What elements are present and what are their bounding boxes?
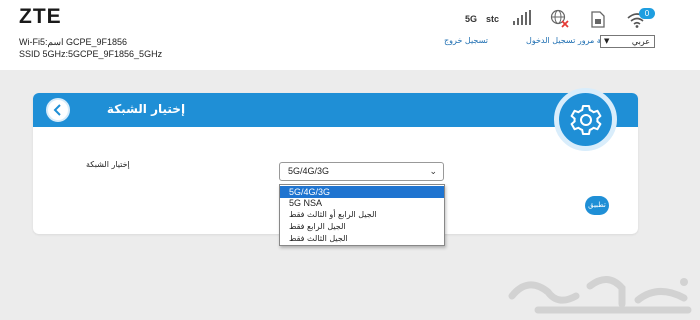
network-select-label: إختيار الشبكة — [86, 160, 130, 169]
network-mode-dropdown: 5G/4G/3G 5G NSA الجيل الرابع أو الثالث ف… — [279, 184, 445, 246]
chevron-down-icon: ▼ — [604, 37, 610, 45]
zte-logo: ZTE — [19, 5, 62, 28]
network-type-indicator: 5G — [465, 14, 478, 24]
language-select[interactable]: ▼ عربي — [600, 35, 655, 48]
ssid-5ghz: SSID 5GHz:5GCPE_9F1856_5GHz — [19, 49, 163, 59]
watermark-logo — [508, 276, 692, 314]
settings-gear-badge — [554, 88, 617, 151]
sim-card-icon — [591, 11, 605, 29]
option-5g-nsa[interactable]: 5G NSA — [280, 198, 444, 209]
operator-name: stc — [486, 14, 500, 24]
top-header: ZTE Wi-Fi5:اسم GCPE_9F1856 SSID 5GHz:5GC… — [0, 0, 700, 70]
wifi-clients-badge: 0 — [639, 8, 655, 19]
card-header: إختيار الشبكة — [33, 93, 638, 127]
language-value: عربي — [631, 37, 650, 46]
network-mode-select[interactable]: 5G/4G/3G ⌄ — [279, 162, 444, 181]
signal-icon — [512, 10, 532, 28]
option-5g-4g-3g[interactable]: 5G/4G/3G — [280, 186, 444, 198]
chevron-left-icon — [53, 104, 61, 116]
logout-link[interactable]: تسجيل خروج — [444, 36, 488, 45]
page-title: إختيار الشبكة — [106, 102, 186, 116]
globe-no-connection-icon — [550, 9, 570, 28]
gear-icon — [570, 105, 602, 135]
ssid-2-4ghz: Wi-Fi5:اسم GCPE_9F1856 — [19, 37, 128, 47]
select-value: 5G/4G/3G — [288, 166, 330, 176]
option-4g-only[interactable]: الجيل الرابع فقط — [280, 221, 444, 232]
back-button[interactable] — [46, 98, 70, 122]
apply-button[interactable]: تطبيق — [585, 196, 609, 215]
option-4g-or-3g-only[interactable]: الجيل الرابع أو الثالث فقط — [280, 209, 444, 220]
option-3g-only[interactable]: الجيل الثالث فقط — [280, 233, 444, 244]
chevron-down-icon: ⌄ — [429, 166, 437, 176]
